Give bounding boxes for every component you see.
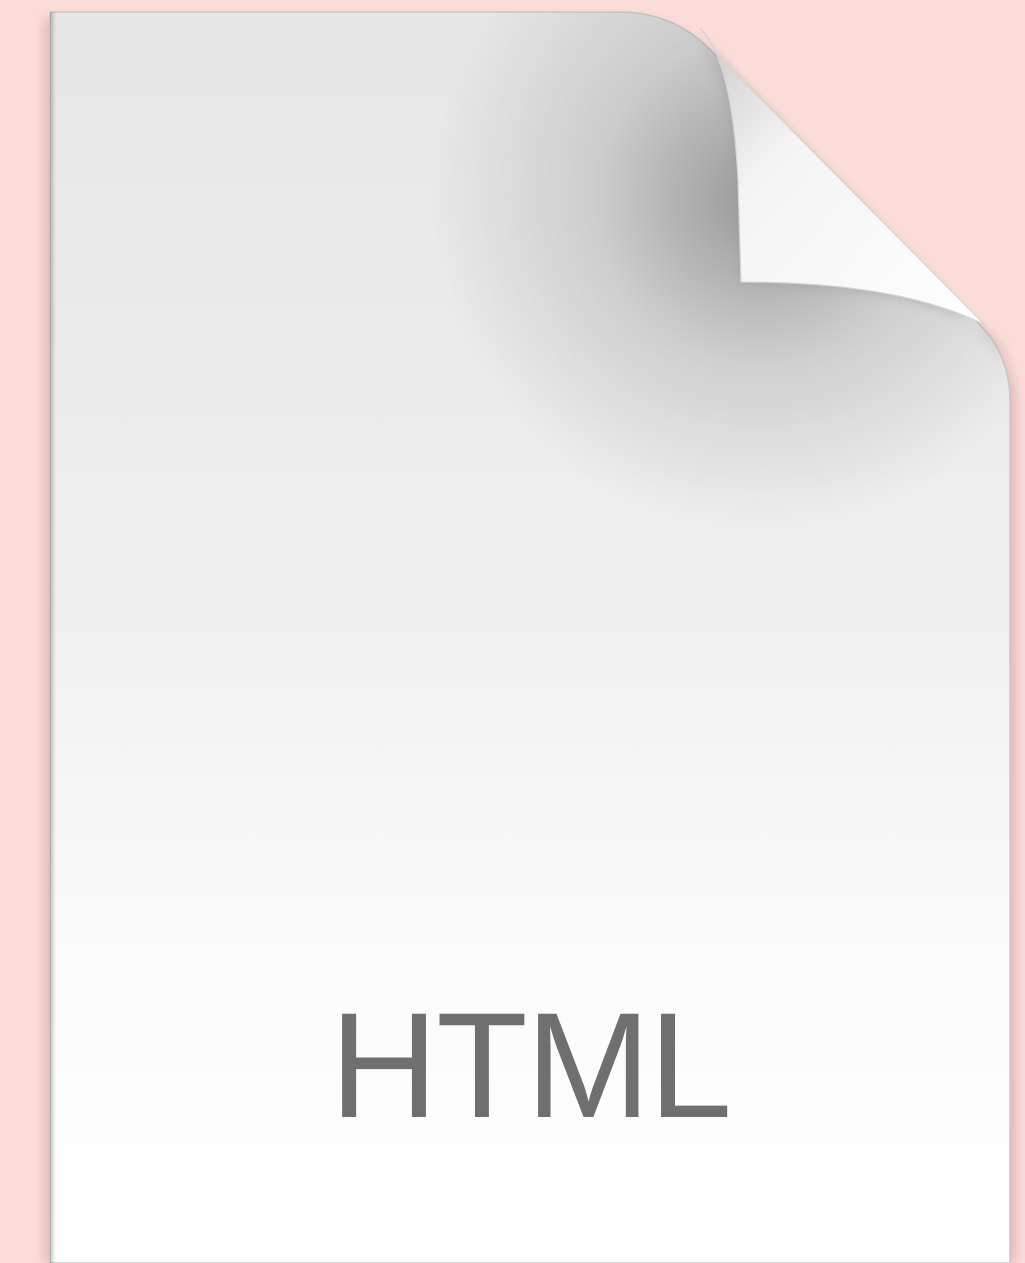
document-file-icon: HTML <box>0 0 1025 1263</box>
file-type-label: HTML <box>329 981 732 1149</box>
